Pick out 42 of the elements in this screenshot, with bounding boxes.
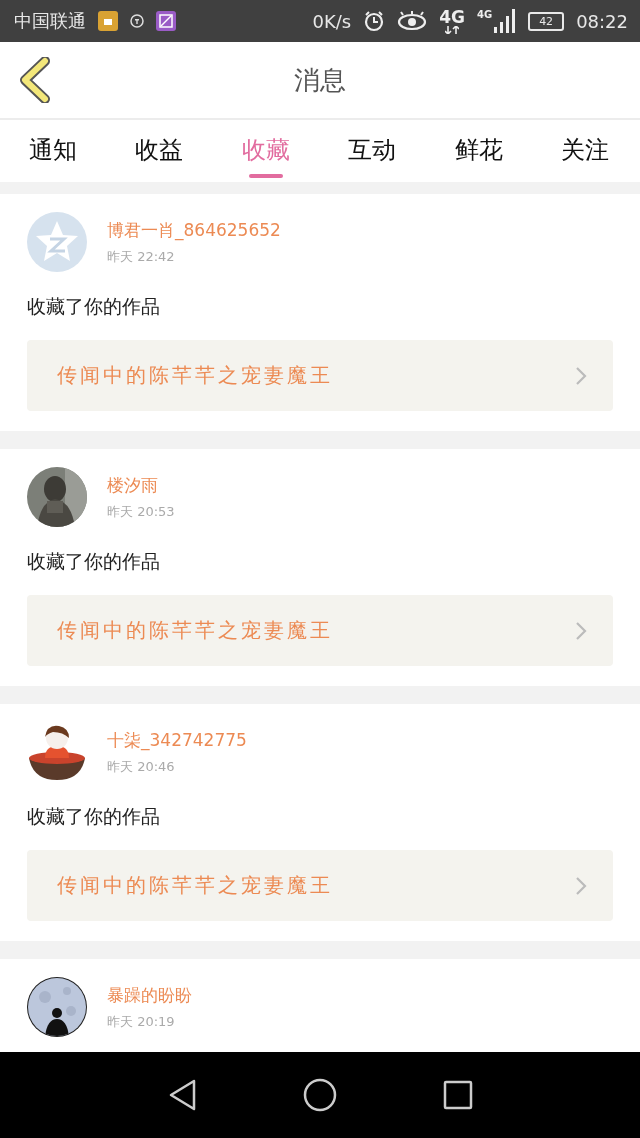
tab[interactable]: 通知: [0, 120, 106, 182]
data-type: 4G: [439, 8, 465, 26]
tab[interactable]: 收益: [106, 120, 213, 182]
lock-app-icon: [98, 11, 118, 31]
tab[interactable]: 互动: [319, 120, 426, 182]
user-name[interactable]: 暴躁的盼盼: [107, 983, 192, 1007]
eye-icon: [397, 11, 428, 31]
page-title: 消息: [293, 63, 347, 97]
message-time: 昨天 20:46: [107, 757, 176, 776]
notification-icon: [130, 14, 144, 28]
message-time: 昨天 22:42: [107, 247, 176, 266]
user-name[interactable]: 十柒_342742775: [107, 728, 247, 752]
user-name[interactable]: 楼汐雨: [107, 473, 175, 497]
clock: 08:22: [576, 10, 628, 32]
battery-level: 42: [539, 15, 554, 27]
message-text: 收藏了你的作品: [27, 294, 161, 319]
message-text: 收藏了你的作品: [27, 549, 161, 574]
user-name[interactable]: 博君一肖_864625652: [107, 218, 281, 242]
back-nav-icon[interactable]: [167, 1078, 197, 1112]
data-arrows-icon: [445, 25, 460, 34]
carrier-name: 中国联通: [14, 9, 86, 33]
message-text: 收藏了你的作品: [27, 804, 161, 829]
tab[interactable]: 关注: [531, 120, 638, 182]
work-link[interactable]: 传闻中的陈芊芊之宠妻魔王: [27, 850, 613, 921]
tab[interactable]: 收藏: [212, 120, 319, 182]
back-icon[interactable]: [17, 57, 51, 103]
gallery-app-icon: [156, 11, 176, 31]
work-link[interactable]: 传闻中的陈芊芊之宠妻魔王: [27, 340, 613, 411]
network-speed: 0K/s: [312, 10, 352, 32]
alarm-icon: [363, 10, 386, 32]
chevron-icon: [575, 365, 587, 386]
home-nav-icon[interactable]: [303, 1078, 337, 1112]
message-time: 昨天 20:19: [107, 1012, 176, 1031]
chevron-icon: [575, 620, 587, 641]
recents-nav-icon[interactable]: [443, 1080, 473, 1110]
work-link[interactable]: 传闻中的陈芊芊之宠妻魔王: [27, 595, 613, 666]
signal-type: 4G: [476, 9, 493, 20]
message-time: 昨天 20:53: [107, 502, 175, 521]
avatar-icon: [27, 212, 87, 272]
signal-icon: [494, 9, 517, 33]
chevron-icon: [575, 875, 587, 896]
tab[interactable]: 鲜花: [425, 120, 532, 182]
